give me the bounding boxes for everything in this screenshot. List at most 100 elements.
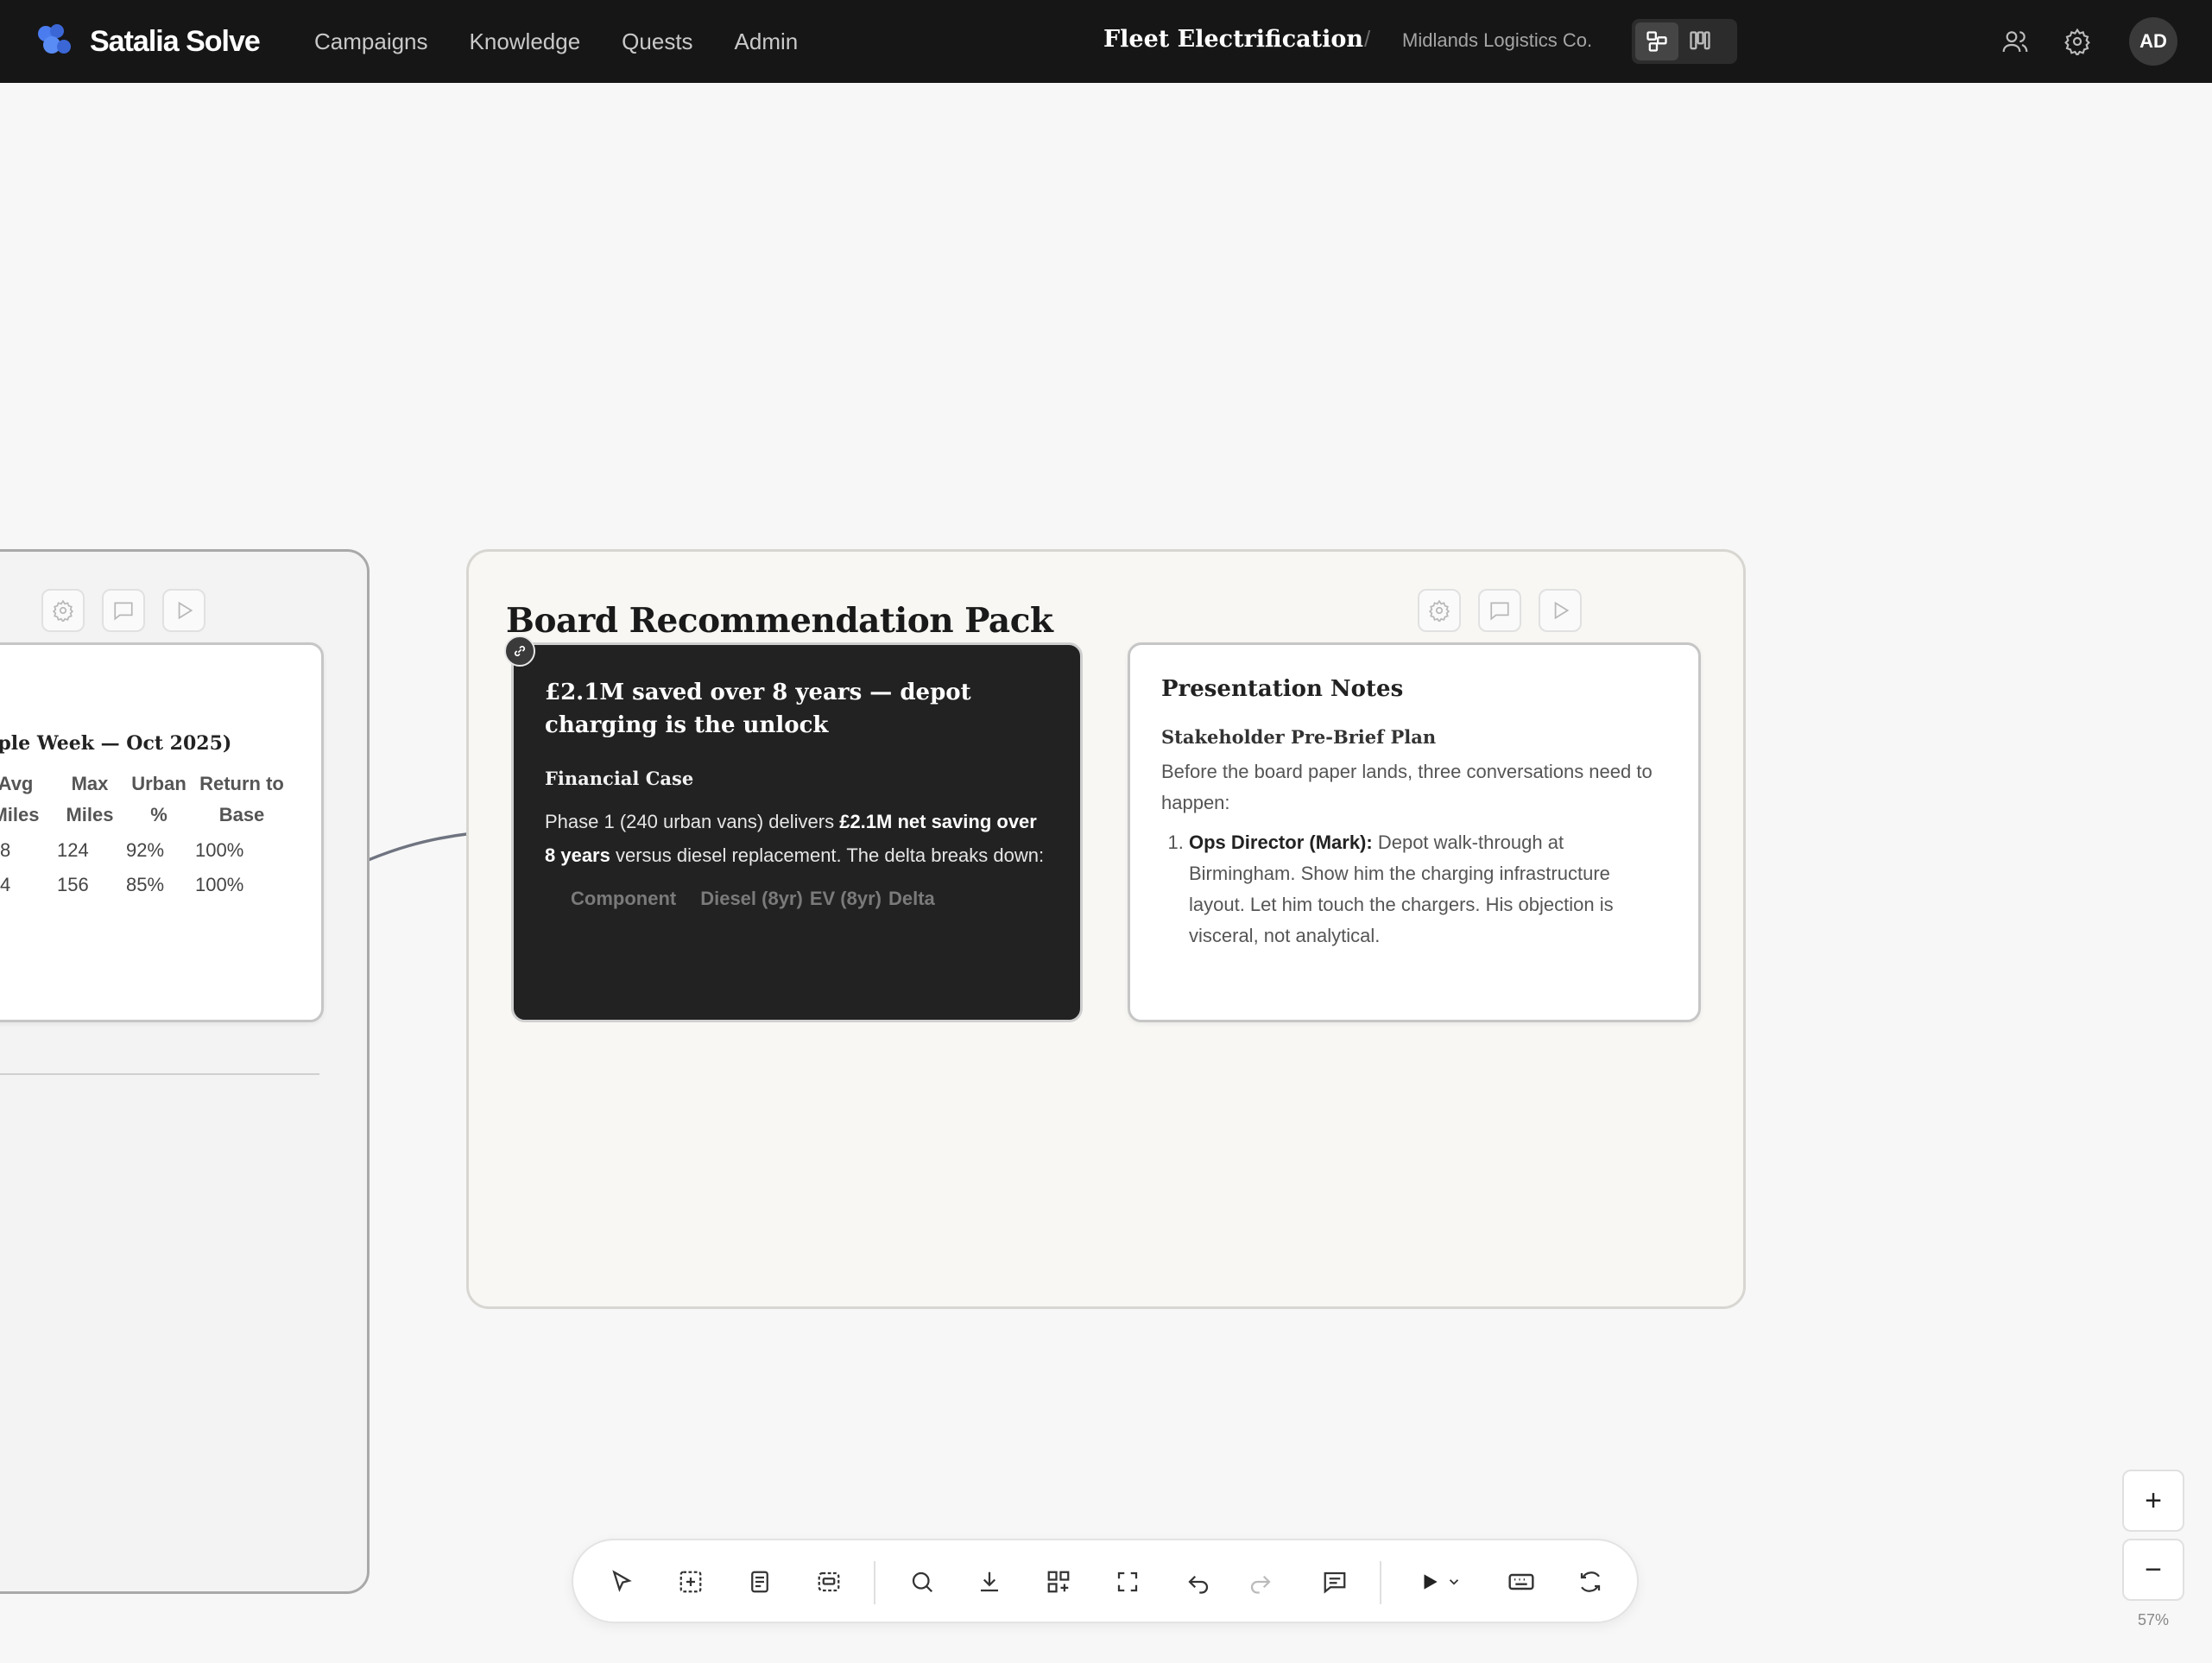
kanban-view-icon — [1690, 31, 1710, 50]
table-cell: 8 — [0, 839, 11, 861]
add-note-button[interactable] — [743, 1565, 777, 1599]
toolbar-divider — [874, 1561, 875, 1604]
app-logo[interactable]: Satalia Solve — [38, 22, 261, 60]
table-cell: 100% — [195, 874, 244, 895]
search-button[interactable] — [905, 1565, 939, 1599]
table-cell: 85% — [126, 874, 165, 895]
select-tool-button[interactable] — [604, 1565, 639, 1599]
undo-button[interactable] — [1181, 1565, 1216, 1599]
view-toggle — [1632, 19, 1737, 64]
list-item: Ops Director (Mark): Depot walk-through … — [1189, 827, 1667, 952]
table-header-ev: EV (8yr) — [809, 888, 882, 909]
organization-name[interactable]: Midlands Logistics Co. — [1402, 29, 1592, 52]
table-cell: 100% — [195, 839, 244, 861]
canvas-view-icon — [1646, 31, 1667, 52]
gear-icon — [2064, 28, 2090, 55]
settings-button[interactable] — [2060, 24, 2095, 59]
play-icon — [1554, 601, 1570, 620]
comments-button[interactable] — [1318, 1565, 1352, 1599]
keyboard-shortcuts-button[interactable] — [1504, 1565, 1539, 1599]
logo-icon — [38, 24, 73, 59]
play-icon — [1424, 1574, 1438, 1590]
fleet-data-card[interactable] — [0, 642, 324, 1022]
comment-icon — [114, 602, 133, 621]
comment-icon — [1324, 1571, 1346, 1594]
zoom-out-button[interactable]: − — [2122, 1539, 2184, 1601]
frame-title[interactable]: Board Recommendation Pack — [506, 601, 1053, 641]
fleet-table-title: Sample Week — Oct 2025) — [0, 732, 232, 755]
note-icon — [751, 1571, 768, 1593]
nav-knowledge[interactable]: Knowledge — [470, 28, 581, 55]
keyboard-icon — [1508, 1573, 1534, 1590]
left-frame-comment-button[interactable] — [102, 589, 145, 632]
canvas-view-button[interactable] — [1635, 22, 1678, 60]
chevron-down-icon — [1449, 1579, 1459, 1585]
nav-campaigns[interactable]: Campaigns — [314, 28, 428, 55]
zoom-level: 57% — [2138, 1611, 2170, 1628]
frame-divider — [0, 1073, 319, 1075]
search-icon — [912, 1571, 933, 1593]
left-frame-settings-button[interactable] — [41, 589, 85, 632]
table-cell: 156 — [57, 874, 89, 895]
nav-admin[interactable]: Admin — [735, 28, 799, 55]
table-header-urban: Urban% — [131, 773, 186, 825]
campaign-title[interactable]: Fleet Electrification — [1103, 26, 1363, 53]
users-icon — [2002, 31, 2028, 53]
card-headline: £2.1M saved over 8 years — depot chargin… — [545, 680, 971, 738]
play-icon — [178, 601, 193, 620]
notes-intro: Before the board paper lands, three conv… — [1161, 761, 1653, 813]
app-name: Satalia Solve — [90, 24, 261, 58]
canvas[interactable]: Sample Week — Oct 2025) AvgMiles MaxMile… — [0, 83, 2212, 1663]
add-widget-button[interactable] — [1041, 1565, 1076, 1599]
zoom-in-button[interactable]: + — [2122, 1470, 2184, 1532]
main-nav: Campaigns Knowledge Quests Admin — [314, 0, 839, 83]
table-header-delta: Delta — [888, 888, 935, 909]
link-icon — [514, 645, 526, 657]
fullscreen-icon — [1117, 1571, 1138, 1592]
gear-icon — [52, 599, 74, 622]
card-body: Phase 1 (240 urban vans) delivers £2.1M … — [545, 811, 1045, 866]
top-bar: Satalia Solve Campaigns Knowledge Quests… — [0, 0, 2212, 83]
canvas-toolbar — [572, 1539, 1639, 1623]
download-button[interactable] — [972, 1565, 1007, 1599]
table-header-diesel: Diesel (8yr) — [700, 888, 803, 909]
redo-button[interactable] — [1243, 1565, 1278, 1599]
nav-quests[interactable]: Quests — [622, 28, 692, 55]
gear-icon — [1428, 599, 1450, 622]
board-frame-settings-button[interactable] — [1418, 589, 1461, 632]
financial-table-header: Component Diesel (8yr) EV (8yr) Delta — [571, 888, 1049, 910]
cursor-icon — [612, 1570, 632, 1592]
financial-case-card[interactable]: £2.1M saved over 8 years — depot chargin… — [511, 642, 1083, 1022]
collaborators-button[interactable] — [1998, 24, 2032, 59]
table-cell: 4 — [0, 874, 11, 895]
table-cell: 92% — [126, 839, 165, 861]
table-header-avg-miles: AvgMiles — [0, 773, 40, 825]
toolbar-divider — [1380, 1561, 1381, 1604]
add-frame-icon — [679, 1571, 702, 1593]
breadcrumb-separator: / — [1364, 26, 1371, 52]
board-frame-comment-button[interactable] — [1478, 589, 1521, 632]
presentation-notes-card[interactable]: Presentation Notes Stakeholder Pre-Brief… — [1128, 642, 1701, 1022]
refresh-icon — [1580, 1571, 1601, 1592]
board-view-button[interactable] — [1678, 22, 1722, 60]
group-icon — [818, 1571, 840, 1592]
refresh-button[interactable] — [1573, 1565, 1608, 1599]
link-badge[interactable] — [504, 635, 535, 667]
user-avatar[interactable]: AD — [2129, 17, 2177, 66]
table-header-return: Return to Base — [199, 773, 284, 825]
group-button[interactable] — [812, 1565, 846, 1599]
widgets-icon — [1047, 1571, 1070, 1593]
play-button[interactable] — [1413, 1565, 1447, 1599]
fit-view-button[interactable] — [1110, 1565, 1145, 1599]
board-frame-play-button[interactable] — [1539, 589, 1582, 632]
undo-icon — [1188, 1575, 1209, 1594]
left-frame-play-button[interactable] — [162, 589, 205, 632]
notes-list: Ops Director (Mark): Depot walk-through … — [1161, 827, 1667, 952]
table-header-max-miles: Max Miles — [66, 773, 114, 825]
redo-icon — [1250, 1575, 1271, 1594]
play-options-dropdown[interactable] — [1444, 1565, 1464, 1599]
table-header-component: Component — [571, 888, 677, 909]
notes-heading: Presentation Notes — [1161, 676, 1404, 702]
table-cell: 124 — [57, 839, 89, 861]
add-frame-button[interactable] — [673, 1565, 708, 1599]
